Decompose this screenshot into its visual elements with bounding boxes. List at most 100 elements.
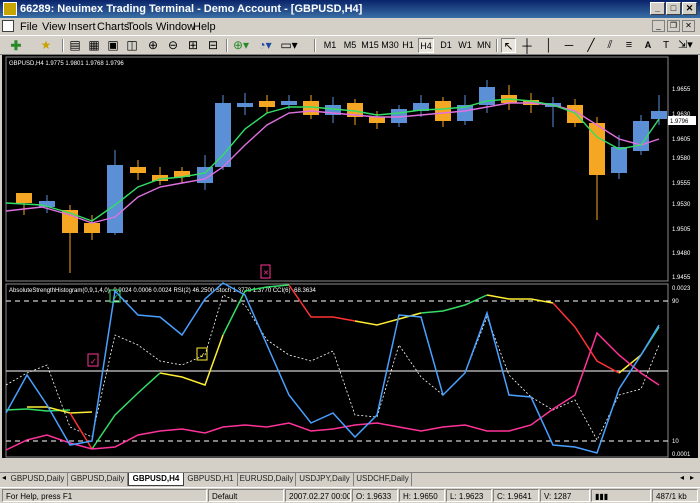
candle-body	[281, 101, 297, 105]
candle-body	[16, 193, 32, 203]
menu-file[interactable]: File	[20, 21, 38, 33]
crosshair-icon[interactable]: ┼	[520, 38, 534, 53]
text-icon[interactable]: A	[642, 38, 654, 53]
data-window-icon[interactable]: ▦	[87, 38, 101, 53]
candle-body	[107, 165, 123, 233]
trendline-icon[interactable]: ╱	[584, 38, 598, 53]
timeframe-m30[interactable]: M30	[381, 38, 399, 53]
title-bar: 66289: Neuimex Trading Terminal - Demo A…	[0, 0, 700, 18]
document-icon[interactable]	[2, 20, 14, 32]
vertical-line-icon[interactable]: │	[542, 38, 556, 53]
window-title: 66289: Neuimex Trading Terminal - Demo A…	[20, 3, 363, 15]
chart-tabs: ◂ GBPUSD,Daily GBPUSD,Daily GBPUSD,H4 GB…	[0, 472, 700, 486]
candle-body	[237, 103, 253, 107]
templates-icon[interactable]: ▭▾	[280, 38, 298, 53]
candle-body	[84, 223, 100, 233]
tile-windows-icon[interactable]: ⊞	[186, 38, 200, 53]
timeframe-m5[interactable]: M5	[343, 38, 357, 53]
text-label-icon[interactable]: T	[660, 38, 672, 53]
zoom-in-icon[interactable]: ⊕	[146, 38, 160, 53]
indicator-tick-3: 0.0001	[672, 452, 691, 458]
profiles-icon[interactable]: ★	[38, 38, 54, 53]
close-button[interactable]: ✕	[682, 2, 697, 15]
tab-gbpusd-daily-2[interactable]: GBPUSD,Daily	[68, 473, 128, 486]
chart-symbol-label: GBPUSD,H4 1.9775 1.9801 1.9768 1.9796	[9, 61, 124, 67]
tab-usdchf-daily[interactable]: USDCHF,Daily	[354, 473, 412, 486]
candle-body	[435, 101, 451, 121]
status-low: L: 1.9623	[446, 489, 492, 502]
horizontal-line-icon[interactable]: ─	[562, 38, 576, 53]
menu-help[interactable]: Help	[193, 21, 216, 33]
channel-icon[interactable]: ⫽	[603, 38, 617, 53]
current-price-label: 1.9796	[670, 119, 689, 125]
tab-scroll-next-icon[interactable]: ▸	[690, 473, 694, 482]
price-tick-4: 1.9555	[672, 181, 691, 187]
market-watch-icon[interactable]: ▤	[68, 38, 82, 53]
tab-eurusd-daily[interactable]: EURUSD,Daily	[238, 473, 296, 486]
timeframe-h4[interactable]: H4	[418, 38, 434, 53]
status-bar: For Help, press F1 Default 2007.02.27 00…	[0, 487, 700, 503]
signal-check-yellow: ✓	[199, 351, 206, 360]
cursor-icon[interactable]: ↖	[501, 38, 516, 53]
price-tick-7: 1.9480	[672, 251, 691, 257]
timeframe-m1[interactable]: M1	[323, 38, 337, 53]
fibonacci-icon[interactable]: ≡	[622, 38, 636, 53]
candle-body	[259, 101, 275, 107]
status-traffic: 487/1 kb	[652, 489, 698, 502]
menu-tools[interactable]: Tools	[127, 21, 153, 33]
menu-insert[interactable]: Insert	[68, 21, 96, 33]
status-volume: V: 1287	[540, 489, 590, 502]
arrow-marker-glyph: ✕	[263, 270, 269, 277]
mdi-minimize-button[interactable]: _	[652, 20, 665, 32]
terminal-icon[interactable]: ◫	[125, 38, 139, 53]
status-close: C: 1.9641	[493, 489, 539, 502]
tab-gbpusd-daily-1[interactable]: GBPUSD,Daily	[8, 473, 68, 486]
price-tick-2: 1.9605	[672, 137, 691, 143]
timeframe-d1[interactable]: D1	[439, 38, 453, 53]
indicator-tick-0: 0.0023	[672, 286, 691, 292]
zoom-out-icon[interactable]: ⊖	[166, 38, 180, 53]
app-icon	[3, 2, 17, 16]
indicator-tick-1: 90	[672, 299, 679, 305]
status-datetime: 2007.02.27 00:00	[285, 489, 351, 502]
tab-scroll-left-icon[interactable]: ◂	[2, 473, 6, 482]
signal-check-green: ✓	[112, 293, 119, 302]
arrows-icon[interactable]: ⇲▾	[678, 38, 693, 53]
tab-gbpusd-h1[interactable]: GBPUSD,H1	[184, 473, 238, 486]
chart-canvas[interactable]: GBPUSD,H4 1.9775 1.9801 1.9768 1.9796 Ab…	[2, 55, 698, 470]
timeframe-w1[interactable]: W1	[458, 38, 472, 53]
indicator-label: AbsoluteStrengthHistogram(0,9,1,4,0) -0.…	[9, 288, 317, 294]
maximize-button[interactable]: □	[666, 2, 681, 15]
price-tick-6: 1.9505	[672, 227, 691, 233]
candle-body	[369, 117, 385, 123]
menu-view[interactable]: View	[42, 21, 66, 33]
status-open: O: 1.9633	[352, 489, 398, 502]
menu-charts[interactable]: Charts	[97, 21, 129, 33]
tab-usdjpy-daily[interactable]: USDJPY,Daily	[296, 473, 354, 486]
tab-gbpusd-h4[interactable]: GBPUSD,H4	[128, 473, 184, 486]
indicators-icon[interactable]: ⊕▾	[232, 38, 250, 53]
timeframe-mn[interactable]: MN	[476, 38, 492, 53]
toolbar: ✚ ★ ▤ ▦ ▣ ◫ ⊕ ⊖ ⊞ ⊟ ⊕▾ ◔▾ ▭▾ M1 M5 M15 M…	[0, 35, 700, 55]
menu-window[interactable]: Window	[156, 21, 195, 33]
price-tick-5: 1.9530	[672, 202, 691, 208]
price-tick-3: 1.9580	[672, 156, 691, 162]
candle-body	[215, 103, 231, 167]
minimize-button[interactable]: _	[650, 2, 665, 15]
candle-body	[130, 167, 146, 173]
status-traffic-icon: ▮▮▮	[591, 489, 651, 502]
grid-icon[interactable]: ⊟	[206, 38, 220, 53]
navigator-icon[interactable]: ▣	[106, 38, 120, 53]
menu-bar: File View Insert Charts Tools Window Hel…	[0, 18, 700, 35]
timeframe-m15[interactable]: M15	[361, 38, 379, 53]
price-tick-0: 1.9655	[672, 87, 691, 93]
periods-icon[interactable]: ◔▾	[256, 38, 274, 53]
mdi-restore-button[interactable]: ❐	[667, 20, 680, 32]
candle-body	[651, 111, 667, 119]
new-chart-icon[interactable]: ✚	[8, 38, 24, 53]
timeframe-h1[interactable]: H1	[401, 38, 415, 53]
tab-scroll-prev-icon[interactable]: ◂	[680, 473, 684, 482]
price-tick-8: 1.9455	[672, 275, 691, 281]
mdi-close-button[interactable]: ✕	[682, 20, 695, 32]
chart-window[interactable]: GBPUSD,H4 1.9775 1.9801 1.9768 1.9796 Ab…	[2, 55, 698, 470]
